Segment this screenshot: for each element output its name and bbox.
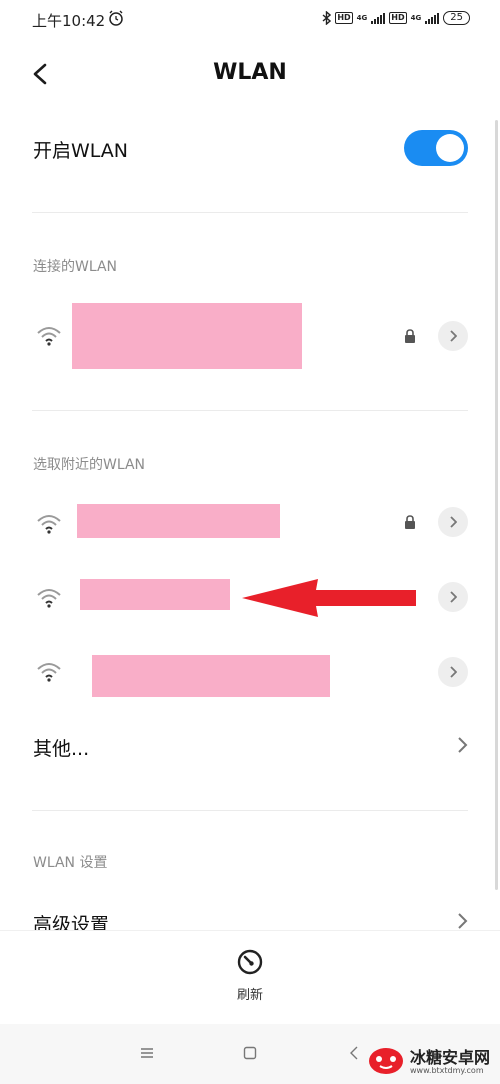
- status-time: 上午10:42: [32, 12, 106, 30]
- bluetooth-icon: [322, 11, 332, 25]
- wlan-toggle-label: 开启WLAN: [33, 140, 129, 162]
- menu-icon[interactable]: [140, 1046, 154, 1060]
- settings-section-title: WLAN 设置: [33, 855, 108, 871]
- nearby-network-name[interactable]: [92, 655, 330, 697]
- status-icons: HD 4G HD 4G 25: [322, 11, 470, 25]
- network-details-button[interactable]: [438, 321, 468, 351]
- connected-section-title: 连接的WLAN: [33, 259, 118, 275]
- connected-network-name[interactable]: [72, 303, 302, 369]
- hd-badge: HD: [335, 12, 353, 24]
- chevron-right-icon: [450, 591, 457, 603]
- scrollbar[interactable]: [495, 120, 498, 890]
- bottom-action-bar: [0, 930, 500, 1025]
- toggle-knob: [436, 134, 464, 162]
- wifi-signal-icon: [37, 515, 61, 534]
- watermark-name: 冰糖安卓网: [410, 1048, 491, 1067]
- refresh-icon[interactable]: [236, 948, 264, 976]
- back-nav-icon[interactable]: [349, 1046, 359, 1060]
- home-icon[interactable]: [243, 1046, 257, 1060]
- nearby-network-name[interactable]: [77, 504, 280, 538]
- watermark: 冰糖安卓网 www.btxtdmy.com: [368, 1044, 498, 1080]
- chevron-right-icon: [458, 913, 468, 929]
- wifi-signal-icon: [37, 663, 61, 682]
- page-title: WLAN: [213, 60, 287, 85]
- divider: [32, 810, 468, 811]
- divider: [32, 410, 468, 411]
- watermark-url: www.btxtdmy.com: [410, 1066, 484, 1075]
- red-arrow-annotation: [242, 579, 416, 617]
- network-type-1: 4G: [356, 13, 368, 22]
- alarm-icon: [109, 10, 123, 26]
- signal-bars-icon: [371, 12, 386, 24]
- network-details-button[interactable]: [438, 657, 468, 687]
- refresh-button-label[interactable]: 刷新: [0, 984, 500, 1003]
- network-details-button[interactable]: [438, 507, 468, 537]
- wifi-signal-icon: [37, 589, 61, 608]
- other-networks-item[interactable]: 其他...: [33, 734, 89, 761]
- signal-bars-icon-2: [425, 12, 440, 24]
- nearby-section-title: 选取附近的WLAN: [33, 457, 146, 473]
- chevron-right-icon: [450, 330, 457, 342]
- lock-icon: [405, 329, 415, 343]
- battery-indicator: 25: [443, 11, 470, 25]
- chevron-right-icon: [458, 737, 468, 753]
- network-details-button[interactable]: [438, 582, 468, 612]
- hd-badge-2: HD: [389, 12, 407, 24]
- chevron-right-icon: [450, 516, 457, 528]
- wlan-toggle-switch[interactable]: [404, 130, 468, 166]
- nearby-network-name[interactable]: [80, 579, 230, 610]
- wifi-signal-icon: [37, 327, 61, 346]
- network-type-2: 4G: [410, 13, 422, 22]
- watermark-logo-icon: [369, 1048, 403, 1074]
- chevron-right-icon: [450, 666, 457, 678]
- divider: [32, 212, 468, 213]
- lock-icon: [405, 515, 415, 529]
